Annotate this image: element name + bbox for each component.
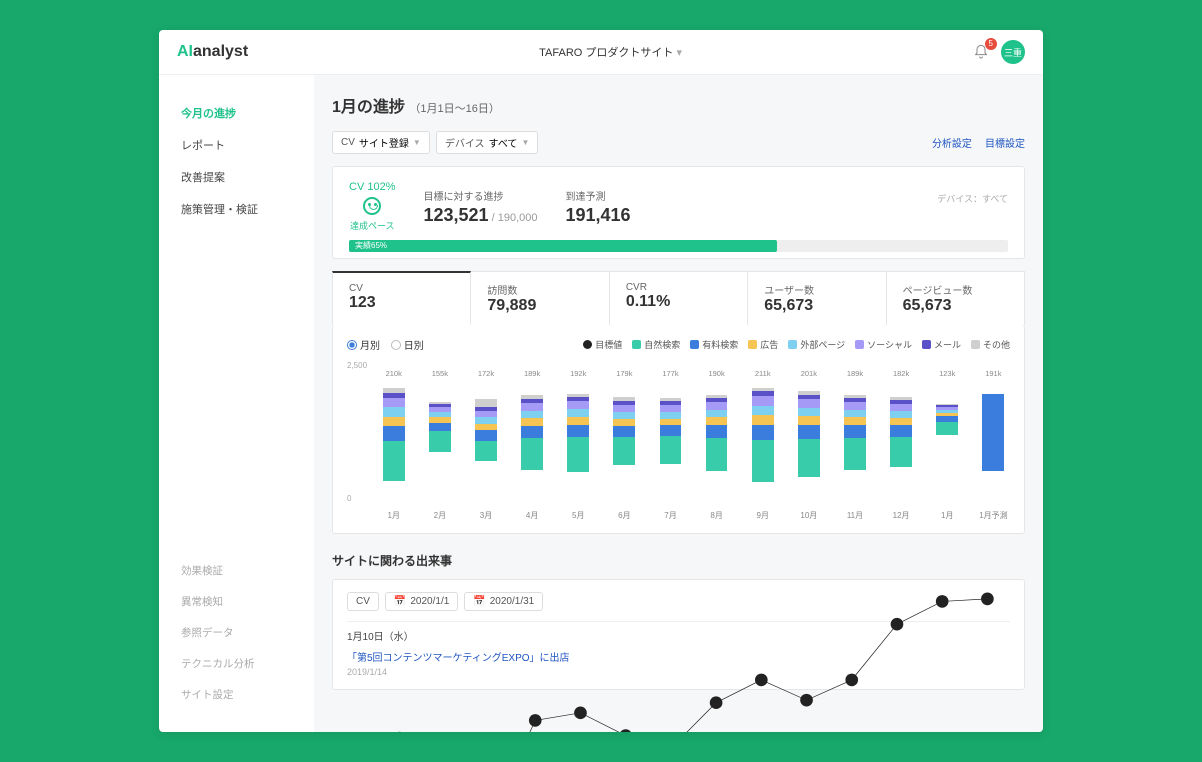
goal-settings-link[interactable]: 目標設定 — [985, 139, 1025, 150]
sidebar-sub-technical[interactable]: テクニカル分析 — [159, 648, 314, 679]
cv-filter[interactable]: CVサイト登録▼ — [332, 131, 430, 154]
metric-tabs: CV123訪問数79,889CVR0.11%ユーザー数65,673ページビュー数… — [332, 271, 1025, 325]
forecast-metric: 到達予測 191,416 — [566, 188, 631, 226]
sidebar-item-proposal[interactable]: 改善提案 — [159, 161, 314, 193]
bar-col: 182k — [884, 371, 917, 503]
tab-4[interactable]: ページビュー数65,673 — [887, 271, 1025, 325]
bar-col: 210k — [377, 371, 410, 503]
event-link[interactable]: 「第5回コンテンツマーケティングEXPO」に出店 — [347, 653, 570, 664]
progress-metric: 目標に対する進捗 123,521 / 190,000 — [423, 188, 537, 226]
bar-col: 123k — [931, 371, 964, 503]
progress-bar: 実績65% — [349, 240, 1008, 252]
progress-panel: CV 102% 達成ペース 目標に対する進捗 123,521 / 190,000… — [332, 166, 1025, 259]
chart: 2,5000 210k155k172k189k192k179k177k190k2… — [347, 361, 1010, 521]
sidebar-item-report[interactable]: レポート — [159, 129, 314, 161]
calendar-icon: 📅 — [394, 596, 406, 607]
events-title: サイトに関わる出来事 — [332, 552, 1025, 569]
site-selector[interactable]: TAFARO プロダクトサイト — [539, 44, 682, 60]
sidebar-sub-anomaly[interactable]: 異常検知 — [159, 586, 314, 617]
events-from-date[interactable]: 📅2020/1/1 — [385, 592, 458, 611]
bar-col: 172k — [469, 371, 502, 503]
events-panel: CV 📅2020/1/1 📅2020/1/31 1月10日（水） 「第5回コンテ… — [332, 579, 1025, 690]
calendar-icon: 📅 — [473, 596, 485, 607]
tab-1[interactable]: 訪問数79,889 — [471, 271, 609, 325]
bar-col: 192k — [562, 371, 595, 503]
sidebar-sub-effect[interactable]: 効果検証 — [159, 555, 314, 586]
topbar: AIanalyst TAFARO プロダクトサイト 5 三重 — [159, 30, 1043, 75]
sidebar: 今月の進捗 レポート 改善提案 施策管理・検証 効果検証 異常検知 参照データ … — [159, 75, 314, 732]
main-content: 1月の進捗 （1月1日〜16日） CVサイト登録▼ デバイスすべて▼ 分析設定 … — [314, 75, 1043, 732]
chart-panel: 月別 日別 目標値自然検索有料検索広告外部ページソーシャルメールその他 2,50… — [332, 325, 1025, 534]
legend-ad: 広告 — [748, 338, 778, 351]
events-cv-filter[interactable]: CV — [347, 592, 379, 611]
bar-col: 189k — [838, 371, 871, 503]
bar-col: 179k — [608, 371, 641, 503]
sidebar-item-progress[interactable]: 今月の進捗 — [159, 97, 314, 129]
tab-3[interactable]: ユーザー数65,673 — [748, 271, 886, 325]
bar-col: 177k — [654, 371, 687, 503]
events-to-date[interactable]: 📅2020/1/31 — [464, 592, 543, 611]
legend-other: その他 — [971, 338, 1010, 351]
legend-social: ソーシャル — [855, 338, 912, 351]
logo: AIanalyst — [177, 43, 248, 61]
tab-0[interactable]: CV123 — [332, 271, 471, 325]
device-note: デバイス：すべて — [937, 192, 1008, 205]
sidebar-sub-reference[interactable]: 参照データ — [159, 617, 314, 648]
event-item: 「第5回コンテンツマーケティングEXPO」に出店 2019/1/14 — [347, 649, 1010, 677]
radio-daily[interactable]: 日別 — [391, 337, 424, 352]
bar-col: 190k — [700, 371, 733, 503]
bar-col: 191k — [977, 371, 1010, 503]
app-window: AIanalyst TAFARO プロダクトサイト 5 三重 今月の進捗 レポー… — [159, 30, 1043, 732]
bar-col: 211k — [746, 371, 779, 503]
page-title: 1月の進捗 （1月1日〜16日） — [332, 93, 1025, 117]
notification-bell-icon[interactable]: 5 — [973, 44, 989, 60]
bar-col: 201k — [792, 371, 825, 503]
chart-legend: 目標値自然検索有料検索広告外部ページソーシャルメールその他 — [583, 338, 1010, 351]
smile-icon — [363, 197, 381, 215]
analysis-settings-link[interactable]: 分析設定 — [932, 139, 972, 150]
tab-2[interactable]: CVR0.11% — [610, 271, 748, 325]
sidebar-item-measures[interactable]: 施策管理・検証 — [159, 193, 314, 225]
legend-paid: 有料検索 — [690, 338, 738, 351]
event-date-header: 1月10日（水） — [347, 621, 1010, 649]
cv-rate: CV 102% 達成ペース — [349, 181, 395, 232]
legend-mail: メール — [922, 338, 961, 351]
bar-col: 155k — [423, 371, 456, 503]
avatar[interactable]: 三重 — [1001, 40, 1025, 64]
radio-monthly[interactable]: 月別 — [347, 337, 380, 352]
device-filter[interactable]: デバイスすべて▼ — [436, 131, 539, 154]
bar-col: 189k — [515, 371, 548, 503]
legend-organic: 自然検索 — [632, 338, 680, 351]
legend-target: 目標値 — [583, 338, 622, 351]
sidebar-sub-settings[interactable]: サイト設定 — [159, 679, 314, 710]
legend-external: 外部ページ — [788, 338, 845, 351]
notification-badge: 5 — [985, 38, 997, 50]
